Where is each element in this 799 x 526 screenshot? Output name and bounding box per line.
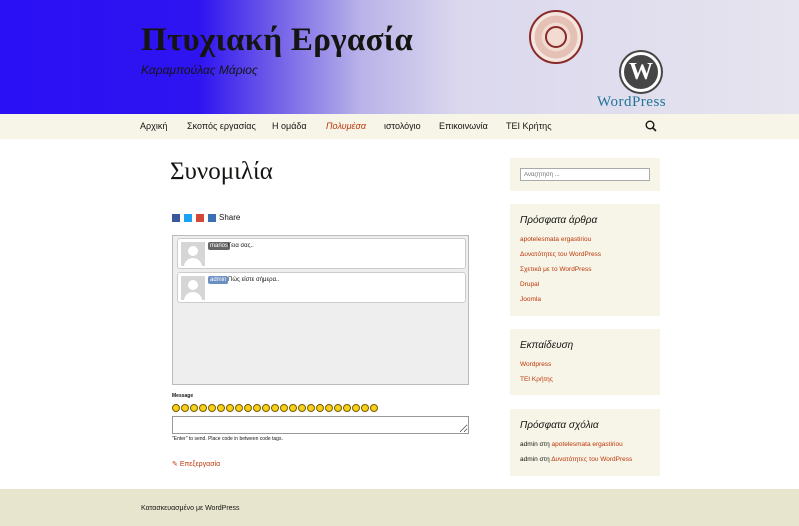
recent-post-link[interactable]: Joomla — [520, 296, 541, 303]
emoticon-icon[interactable] — [271, 404, 279, 412]
facebook-icon[interactable] — [172, 214, 180, 222]
site-footer: Κατασκευασμένο με WordPress — [0, 489, 799, 526]
emoticon-icon[interactable] — [226, 404, 234, 412]
chat-input-label: Message — [172, 393, 194, 399]
nav-item-purpose[interactable]: Σκοπός εργασίας — [187, 121, 256, 131]
widget-title: Πρόσφατα άρθρα — [520, 215, 598, 226]
emoticon-icon[interactable] — [352, 404, 360, 412]
comment-author: admin — [520, 441, 538, 448]
emoticon-icon[interactable] — [253, 404, 261, 412]
edit-link-label[interactable]: Επεξεργασία — [180, 461, 220, 468]
recent-post-link[interactable]: Δυνατότητες του WordPress — [520, 251, 601, 258]
chat-message: admin Πώς είστε σήμερα.. — [177, 272, 466, 303]
comment-connector: στη — [539, 441, 550, 448]
recent-post-link[interactable]: apotelesmata ergastiriou — [520, 236, 591, 243]
page-title: Συνομιλία — [170, 158, 273, 185]
search-icon[interactable] — [645, 120, 657, 132]
chat-message-text: Πώς είστε σήμερα.. — [228, 277, 280, 283]
emoticon-icon[interactable] — [244, 404, 252, 412]
recent-comment: admin στη Δυνατότητες του WordPress — [520, 456, 632, 463]
emoticon-icon[interactable] — [208, 404, 216, 412]
widget-title: Εκπαίδευση — [520, 340, 574, 351]
emoticon-icon[interactable] — [289, 404, 297, 412]
emoticon-icon[interactable] — [298, 404, 306, 412]
emoticon-icon[interactable] — [316, 404, 324, 412]
sidebar-search-input[interactable] — [520, 168, 650, 181]
share-label[interactable]: Share — [219, 213, 240, 222]
search-widget — [510, 158, 660, 191]
site-description: Καραμπούλας Μάριος — [141, 63, 258, 77]
emoticon-icon[interactable] — [172, 404, 180, 412]
chat-message-input[interactable] — [172, 416, 469, 434]
google-plus-icon[interactable] — [196, 214, 204, 222]
emoticon-icon[interactable] — [199, 404, 207, 412]
widget-title: Πρόσφατα σχόλια — [520, 420, 599, 431]
footer-credit[interactable]: Κατασκευασμένο με WordPress — [141, 505, 240, 512]
main-navigation: Αρχική Σκοπός εργασίας Η ομάδα Πολυμέσα … — [0, 114, 799, 139]
wordpress-logo-icon: W — [621, 52, 661, 92]
nav-item-blog[interactable]: ιστολόγιο — [384, 121, 421, 131]
page: Πτυχιακή Εργασία Καραμπούλας Μάριος W Wo… — [0, 0, 799, 526]
comment-author: admin — [520, 456, 538, 463]
emoticon-icon[interactable] — [262, 404, 270, 412]
emoticon-icon[interactable] — [343, 404, 351, 412]
emoticon-icon[interactable] — [181, 404, 189, 412]
nav-item-team[interactable]: Η ομάδα — [272, 121, 307, 131]
comment-post-link[interactable]: Δυνατότητες του WordPress — [551, 456, 632, 463]
chat-message: marios Γεια σας.. — [177, 238, 466, 269]
avatar — [181, 242, 205, 266]
recent-post-link[interactable]: Σχετικά με το WordPress — [520, 266, 591, 273]
emoticon-icon[interactable] — [370, 404, 378, 412]
chat-message-text: Γεια σας.. — [228, 243, 254, 249]
education-widget: Εκπαίδευση Wordpress ΤΕΙ Κρήτης — [510, 329, 660, 395]
comment-post-link[interactable]: apotelesmata ergastiriou — [552, 441, 623, 448]
recent-post-link[interactable]: Drupal — [520, 281, 539, 288]
nav-item-home[interactable]: Αρχική — [140, 121, 167, 131]
share-plus-icon[interactable] — [208, 214, 216, 222]
emoticon-icon[interactable] — [361, 404, 369, 412]
recent-comment: admin στη apotelesmata ergastiriou — [520, 441, 623, 448]
emoticon-icon[interactable] — [280, 404, 288, 412]
edit-link[interactable]: ✎ Επεξεργασία — [172, 460, 220, 468]
emoticon-icon[interactable] — [334, 404, 342, 412]
chat-author-badge: admin — [208, 276, 229, 284]
twitter-icon[interactable] — [184, 214, 192, 222]
nav-item-contact[interactable]: Επικοινωνία — [439, 121, 488, 131]
comment-connector: στη — [539, 456, 550, 463]
nav-item-tei[interactable]: ΤΕΙ Κρήτης — [506, 121, 552, 131]
site-header: Πτυχιακή Εργασία Καραμπούλας Μάριος W Wo… — [0, 0, 799, 114]
emoticon-icon[interactable] — [325, 404, 333, 412]
education-link[interactable]: ΤΕΙ Κρήτης — [520, 376, 553, 383]
emoticon-icon[interactable] — [307, 404, 315, 412]
university-seal-logo — [529, 10, 583, 64]
chat-author-badge: marios — [208, 242, 231, 250]
site-title[interactable]: Πτυχιακή Εργασία — [141, 22, 413, 59]
recent-comments-widget: Πρόσφατα σχόλια admin στη apotelesmata e… — [510, 409, 660, 476]
chat-messages-area[interactable]: marios Γεια σας.. admin Πώς είστε σήμερα… — [172, 235, 469, 385]
chat-hint: "Enter" to send. Place code in between c… — [172, 436, 283, 442]
nav-item-multimedia[interactable]: Πολυμέσα — [326, 121, 366, 131]
recent-posts-widget: Πρόσφατα άρθρα apotelesmata ergastiriou … — [510, 204, 660, 316]
education-link[interactable]: Wordpress — [520, 361, 551, 368]
emoticon-icon[interactable] — [235, 404, 243, 412]
avatar — [181, 276, 205, 300]
emoticon-icon[interactable] — [217, 404, 225, 412]
wordpress-wordmark: WordPress — [597, 94, 667, 110]
emoticon-icon[interactable] — [190, 404, 198, 412]
